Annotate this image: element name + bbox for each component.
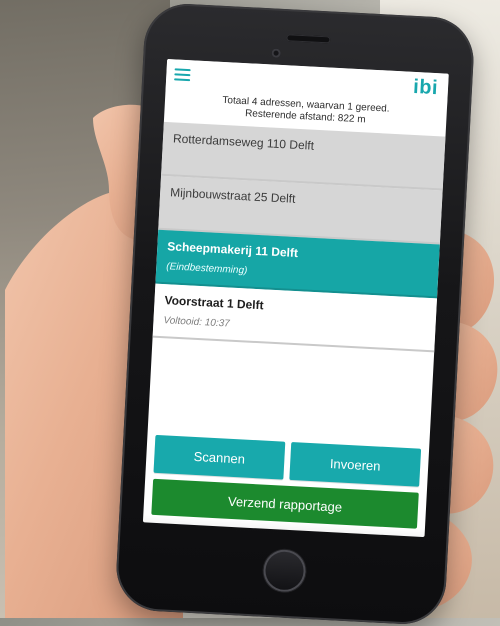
address-list: Rotterdamseweg 110 Delft Mijnbouwstraat …: [152, 121, 446, 353]
home-button[interactable]: [262, 548, 307, 593]
menu-button[interactable]: [174, 68, 191, 83]
ibi-logo: ibi: [412, 75, 439, 100]
hamburger-icon: [174, 78, 191, 82]
empty-space: [148, 338, 434, 446]
smartphone: ibi Totaal 4 adressen, waarvan 1 gereed.…: [114, 1, 476, 626]
enter-button[interactable]: Invoeren: [289, 441, 422, 487]
hamburger-icon: [174, 68, 191, 72]
address-title: Rotterdamseweg 110 Delft: [172, 131, 315, 153]
app-screen: ibi Totaal 4 adressen, waarvan 1 gereed.…: [142, 58, 449, 538]
scan-button[interactable]: Scannen: [153, 434, 286, 480]
speaker-grille: [286, 34, 331, 44]
front-camera: [271, 48, 281, 58]
address-title: Mijnbouwstraat 25 Delft: [169, 185, 296, 206]
hamburger-icon: [174, 73, 191, 77]
